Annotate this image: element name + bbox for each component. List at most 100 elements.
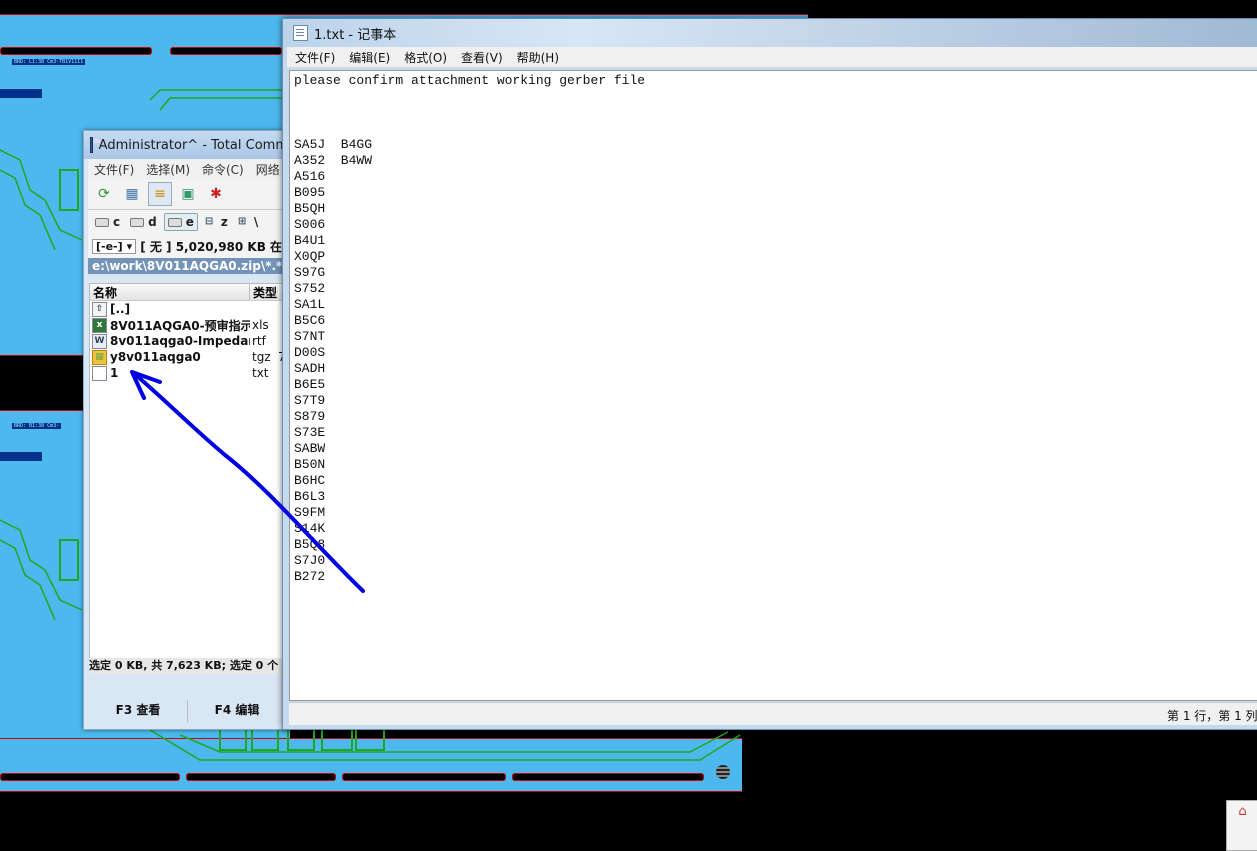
text-line: B5C6 (294, 313, 326, 328)
notepad-status-bar: 第 1 行，第 1 列 (289, 702, 1257, 725)
np-menu-format[interactable]: 格式(O) (396, 49, 453, 66)
tc-menu-select[interactable]: 选择(M) (140, 161, 196, 178)
f3-view-button[interactable]: F3 查看 (89, 700, 188, 722)
full-view-icon[interactable]: ≡ (148, 182, 172, 206)
tc-menu-bar: 文件(F) 选择(M) 命令(C) 网络 (88, 159, 284, 179)
file-name: [..] (110, 302, 131, 316)
text-line: D00S (294, 345, 326, 360)
text-file-icon (92, 365, 107, 381)
tc-menu-file[interactable]: 文件(F) (88, 161, 140, 178)
np-menu-edit[interactable]: 编辑(E) (341, 49, 396, 66)
tc-file-list[interactable]: 名称 类型 ⇧ [..] x 8V011AQGA0-预审指示 xls W 8v0… (89, 283, 287, 659)
cursor-position: 第 1 行，第 1 列 (1167, 709, 1257, 723)
home-icon: ⌂ (1238, 804, 1247, 819)
text-line: B4U1 (294, 233, 326, 248)
notepad-title-text: 1.txt - 记事本 (314, 27, 397, 43)
file-list-header: 名称 类型 (90, 284, 286, 301)
file-row[interactable]: ▦ y8v011aqga0 tgz 7 (90, 349, 286, 365)
current-path[interactable]: e:\work\8V011AQGA0.zip\*.* (88, 258, 284, 274)
text-line: S9FM (294, 505, 326, 520)
text-line (294, 89, 1257, 105)
file-name: 8V011AQGA0-预审指示 (110, 318, 250, 333)
text-line: B5QH (294, 201, 326, 216)
text-line: SABW (294, 441, 326, 456)
floppy-disk-icon (90, 137, 99, 153)
file-ext: tgz (252, 350, 271, 364)
chevron-down-icon: ▾ (126, 239, 133, 253)
network-drive-icon: ⊟ (204, 216, 214, 227)
text-line: B272 (294, 569, 326, 584)
file-ext: xls (252, 318, 269, 332)
text-line: B095 (294, 185, 326, 200)
xls-file-icon: x (92, 317, 107, 333)
notepad-text-area[interactable]: please confirm attachment working gerber… (289, 70, 1257, 701)
drive-e-button[interactable]: e (163, 213, 198, 231)
drive-letter: c (113, 215, 121, 229)
drive-c-button[interactable]: c (92, 214, 123, 230)
drive-network-button[interactable]: ⊞ \ (235, 214, 261, 230)
np-menu-help[interactable]: 帮助(H) (509, 49, 565, 66)
column-name-header[interactable]: 名称 (90, 284, 250, 300)
drive-d-button[interactable]: d (127, 214, 160, 230)
tc-menu-command[interactable]: 命令(C) (196, 161, 250, 178)
text-line: B6L3 (294, 489, 326, 504)
text-line: B5Q8 (294, 537, 326, 552)
text-line: A516 (294, 169, 326, 184)
drive-letter: z (220, 215, 228, 229)
text-line (294, 121, 1257, 137)
text-line: SA1L (294, 297, 326, 312)
np-menu-file[interactable]: 文件(F) (287, 49, 341, 66)
text-line: S97G (294, 265, 326, 280)
text-line: S73E (294, 425, 326, 440)
text-line: B6E5 (294, 377, 326, 392)
text-line: B6HC (294, 473, 326, 488)
file-row[interactable]: W 8v011aqga0-Impedan... rtf (90, 333, 286, 349)
tc-drive-buttons: c d e ⊟ z ⊞ \ (88, 210, 284, 234)
text-line: A352 B4WW (294, 153, 373, 168)
drive-free-space: [ 无 ] 5,020,980 KB 在 2 (140, 239, 289, 254)
tc-status-bar: 选定 0 KB, 共 7,623 KB; 选定 0 个 (89, 658, 287, 674)
file-name: 1 (110, 366, 119, 380)
brief-view-icon[interactable]: ▦ (120, 182, 144, 206)
f4-edit-button[interactable]: F4 编辑 (188, 700, 287, 722)
text-line: S752 (294, 281, 326, 296)
text-line: X0QP (294, 249, 326, 264)
corner-widget[interactable]: ⌂ (1226, 800, 1257, 851)
text-line: S879 (294, 409, 326, 424)
drive-letter: d (148, 215, 157, 229)
drive-select-dropdown[interactable]: [-e-] ▾ (92, 238, 137, 254)
refresh-icon[interactable]: ⟳ (92, 182, 116, 206)
text-line: S14K (294, 521, 326, 536)
notepad-title-bar[interactable]: 1.txt - 记事本 (283, 19, 1257, 47)
text-line: SA5J B4GG (294, 137, 373, 152)
pack-files-icon[interactable]: ✱ (204, 182, 228, 206)
text-line: S7T9 (294, 393, 326, 408)
drive-icon (167, 217, 182, 227)
text-line: B50N (294, 457, 326, 472)
file-ext: txt (252, 366, 269, 380)
file-row[interactable]: 1 txt (90, 365, 286, 381)
tc-title-bar[interactable]: Administrator^ - Total Comm (84, 131, 288, 159)
notepad-window[interactable]: 1.txt - 记事本 文件(F) 编辑(E) 格式(O) 查看(V) 帮助(H… (282, 18, 1257, 730)
text-line (294, 105, 1257, 121)
text-line: please confirm attachment working gerber… (294, 73, 646, 88)
file-row[interactable]: x 8V011AQGA0-预审指示 xls (90, 317, 286, 333)
tc-toolbar: ⟳ ▦ ≡ ▣ ✱ (88, 179, 284, 210)
tc-menu-network[interactable]: 网络 (250, 161, 286, 178)
file-ext: rtf (252, 334, 266, 348)
tc-title-text: Administrator^ - Total Comm (98, 137, 288, 153)
notepad-icon (293, 25, 308, 41)
thumbnail-view-icon[interactable]: ▣ (176, 182, 200, 206)
rtf-file-icon: W (92, 333, 107, 349)
column-type-header[interactable]: 类型 (250, 284, 277, 300)
drive-icon (95, 217, 109, 227)
file-row-parent[interactable]: ⇧ [..] (90, 301, 286, 317)
file-name: 8v011aqga0-Impedan... (110, 334, 250, 348)
network-icon: ⊞ (237, 216, 247, 227)
text-line: S7J0 (294, 553, 326, 568)
file-name: y8v011aqga0 (110, 350, 201, 364)
drive-z-button[interactable]: ⊟ z (202, 214, 231, 230)
drive-select-value: [-e-] (96, 239, 123, 253)
archive-file-icon: ▦ (92, 349, 107, 365)
np-menu-view[interactable]: 查看(V) (453, 49, 509, 66)
